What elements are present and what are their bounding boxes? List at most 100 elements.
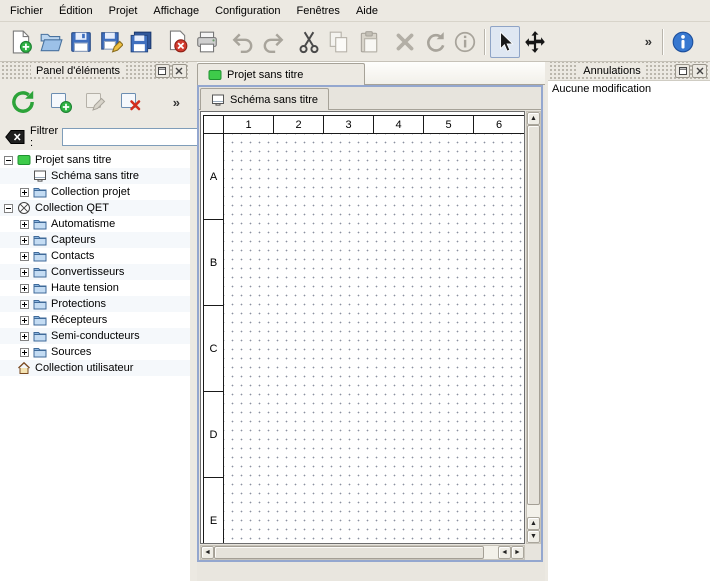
reload-icon (9, 88, 37, 116)
folder-icon (33, 233, 47, 247)
menu-affichage[interactable]: Affichage (145, 0, 207, 21)
close-dock-button[interactable] (692, 64, 707, 78)
expander-plus-icon[interactable] (20, 300, 29, 309)
undo-history-item[interactable]: Aucune modification (548, 81, 710, 97)
new-project-button[interactable] (6, 26, 36, 58)
tree-item-label: Semi-conducteurs (51, 330, 140, 342)
tree-item-label: Convertisseurs (51, 266, 124, 278)
tree-item-haute-tension[interactable]: Haute tension (0, 280, 190, 296)
float-dock-button[interactable] (155, 64, 170, 78)
menu-fichier[interactable]: Fichier (2, 0, 51, 21)
expander-plus-icon[interactable] (20, 188, 29, 197)
horizontal-scrollbar[interactable]: ◄ ◄ ► (200, 545, 525, 560)
save-floppy-icon (69, 30, 93, 54)
menu-configuration[interactable]: Configuration (207, 0, 288, 21)
tree-item-projet-sans-titre[interactable]: Projet sans titre (0, 152, 190, 168)
rotate-button[interactable] (420, 26, 450, 58)
column-header: 2 (274, 116, 324, 134)
print-button[interactable] (192, 26, 222, 58)
tree-item-capteurs[interactable]: Capteurs (0, 232, 190, 248)
tree-item-recepteurs[interactable]: Récepteurs (0, 312, 190, 328)
home-icon (17, 361, 31, 375)
close-dock-button[interactable] (172, 64, 187, 78)
close-icon (695, 66, 705, 76)
expander-plus-icon[interactable] (20, 284, 29, 293)
delete-button[interactable] (390, 26, 420, 58)
diagram-properties-button[interactable] (668, 26, 698, 58)
scroll-left-button[interactable]: ◄ (201, 546, 214, 559)
folder-icon (33, 329, 47, 343)
menu-aide[interactable]: Aide (348, 0, 386, 21)
tree-item-collection-qet[interactable]: Collection QET (0, 200, 190, 216)
expander-plus-icon[interactable] (20, 316, 29, 325)
toolbar-overflow-button[interactable]: » (639, 34, 658, 49)
folder-icon (33, 281, 47, 295)
tree-item-label: Protections (51, 298, 106, 310)
row-header: A (204, 134, 224, 220)
tree-item-label: Récepteurs (51, 314, 107, 326)
delete-element-button[interactable] (115, 85, 147, 119)
expander-plus-icon[interactable] (20, 332, 29, 341)
scroll-up-button[interactable]: ▲ (527, 112, 540, 125)
vertical-scroll-thumb[interactable] (527, 125, 540, 505)
tree-item-automatisme[interactable]: Automatisme (0, 216, 190, 232)
save-as-button[interactable] (96, 26, 126, 58)
vertical-scrollbar[interactable]: ▲ ▲ ▼ (526, 111, 541, 544)
diagram-canvas[interactable]: 1 2 3 4 5 6 A B C D E (200, 111, 525, 544)
close-icon (174, 66, 184, 76)
project-tabbar: Projet sans titre (197, 62, 545, 85)
scroll-right-button[interactable]: ► (511, 546, 524, 559)
tab-projet-sans-titre[interactable]: Projet sans titre (197, 63, 365, 85)
tree-item-protections[interactable]: Protections (0, 296, 190, 312)
element-infos-button[interactable] (450, 26, 480, 58)
menu-edition[interactable]: Édition (51, 0, 101, 21)
close-file-button[interactable] (162, 26, 192, 58)
select-tool-button[interactable] (490, 26, 520, 58)
folder-icon (33, 313, 47, 327)
scroll-left-button-2[interactable]: ◄ (498, 546, 511, 559)
tree-item-collection-projet[interactable]: Collection projet (0, 184, 190, 200)
row-header: C (204, 306, 224, 392)
horizontal-scroll-thumb[interactable] (214, 546, 484, 559)
open-project-button[interactable] (36, 26, 66, 58)
tree-item-schema-sans-titre[interactable]: Schéma sans titre (0, 168, 190, 184)
expander-minus-icon[interactable] (4, 156, 13, 165)
tree-item-convertisseurs[interactable]: Convertisseurs (0, 264, 190, 280)
edit-element-button[interactable] (80, 85, 112, 119)
expander-minus-icon[interactable] (4, 204, 13, 213)
dot-grid[interactable] (224, 134, 524, 544)
save-button[interactable] (66, 26, 96, 58)
reload-collections-button[interactable] (4, 83, 42, 121)
expander-plus-icon[interactable] (20, 348, 29, 357)
expander-plus-icon[interactable] (20, 252, 29, 261)
float-dock-button[interactable] (675, 64, 690, 78)
scroll-down-button[interactable]: ▼ (527, 530, 540, 543)
cut-button[interactable] (294, 26, 324, 58)
undo-button[interactable] (228, 26, 258, 58)
tree-item-collection-utilisateur[interactable]: Collection utilisateur (0, 360, 190, 376)
tree-item-sources[interactable]: Sources (0, 344, 190, 360)
mdi-area: Projet sans titre Schéma sans titre 1 (190, 62, 548, 581)
redo-button[interactable] (258, 26, 288, 58)
copy-button[interactable] (324, 26, 354, 58)
menu-fenetres[interactable]: Fenêtres (289, 0, 348, 21)
paste-button[interactable] (354, 26, 384, 58)
tree-item-contacts[interactable]: Contacts (0, 248, 190, 264)
panel-overflow-button[interactable]: » (167, 95, 186, 110)
expander-plus-icon[interactable] (20, 220, 29, 229)
save-all-icon (129, 30, 153, 54)
expander-plus-icon[interactable] (20, 236, 29, 245)
tab-schema-sans-titre[interactable]: Schéma sans titre (200, 88, 329, 110)
menu-projet[interactable]: Projet (101, 0, 146, 21)
save-all-button[interactable] (126, 26, 156, 58)
tree-item-semi-conducteurs[interactable]: Semi-conducteurs (0, 328, 190, 344)
new-element-button[interactable] (45, 85, 77, 119)
clear-filter-button[interactable] (4, 127, 26, 147)
column-header: 3 (324, 116, 374, 134)
horizontal-scroll-track[interactable] (214, 546, 498, 559)
move-tool-button[interactable] (520, 26, 550, 58)
scroll-up-button-2[interactable]: ▲ (527, 517, 540, 530)
expander-plus-icon[interactable] (20, 268, 29, 277)
schema-tab-label: Schéma sans titre (230, 94, 318, 106)
vertical-scroll-track[interactable] (527, 125, 540, 517)
